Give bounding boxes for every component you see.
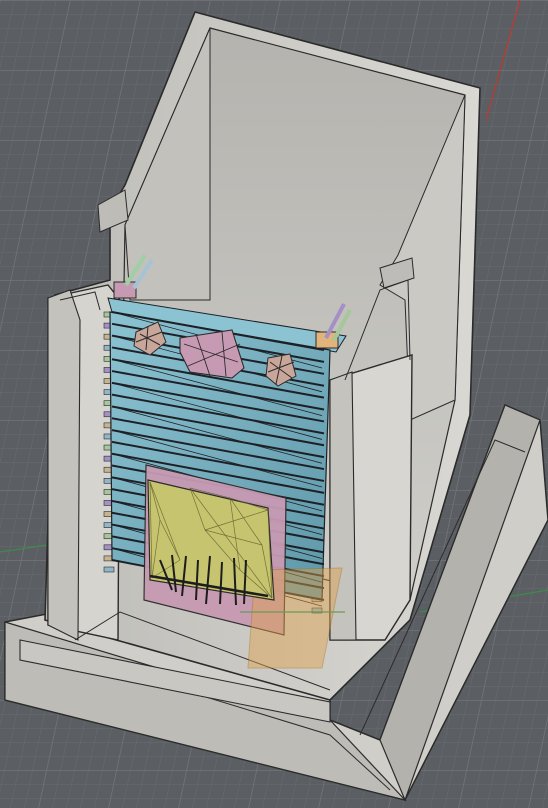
- connector-housing-center[interactable]: [179, 329, 245, 379]
- 3d-scene[interactable]: [0, 0, 548, 808]
- corner-block-left: [113, 281, 137, 299]
- cad-viewport[interactable]: [0, 0, 548, 808]
- pin: [103, 566, 115, 573]
